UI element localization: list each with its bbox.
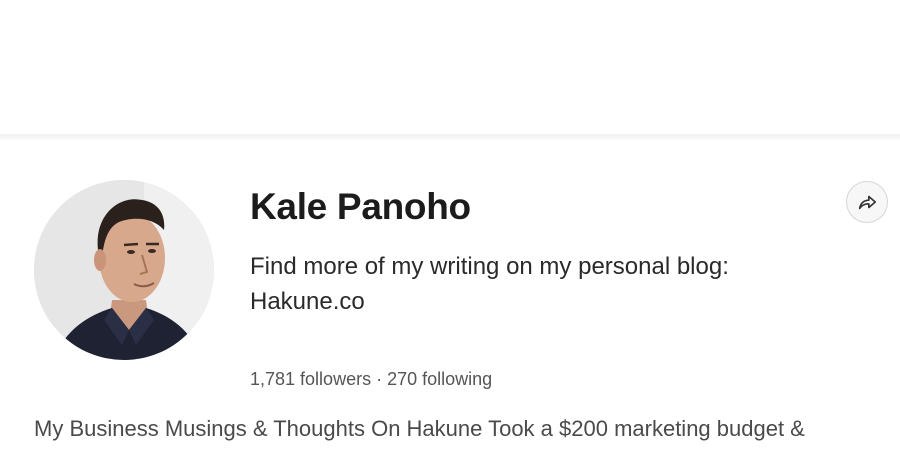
follow-stats: 1,781 followers · 270 following (250, 369, 492, 390)
following-link[interactable]: 270 following (387, 369, 492, 389)
header-area (0, 0, 900, 134)
profile-page: Kale Panoho Find more of my writing on m… (0, 0, 900, 450)
avatar[interactable] (34, 180, 214, 360)
bio-line: Find more of my writing on my personal b… (250, 253, 729, 280)
bio-link[interactable]: Hakune.co (250, 284, 850, 319)
header-divider (0, 134, 900, 140)
profile-photo (34, 180, 214, 360)
followers-link[interactable]: 1,781 followers (250, 369, 371, 389)
share-arrow-icon (858, 195, 877, 210)
share-button[interactable] (846, 181, 888, 223)
profile-bio: Find more of my writing on my personal b… (250, 249, 850, 319)
stats-separator: · (376, 369, 383, 389)
profile-description: My Business Musings & Thoughts On Hakune… (34, 416, 805, 441)
profile-name: Kale Panoho (250, 186, 471, 227)
